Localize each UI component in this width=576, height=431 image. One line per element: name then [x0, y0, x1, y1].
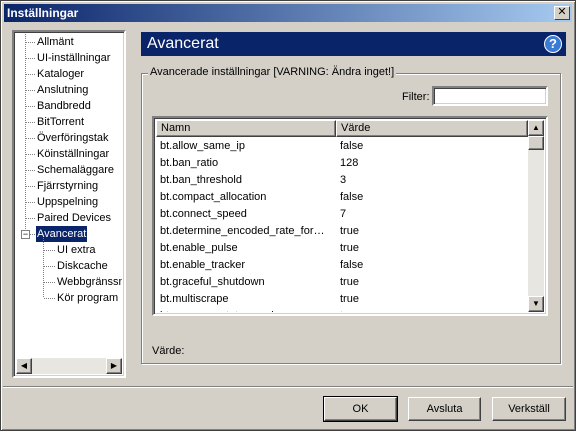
tree-item[interactable]: UI-inställningar — [36, 50, 111, 66]
ok-button[interactable]: OK — [323, 396, 398, 422]
tree-connector — [26, 42, 35, 43]
list-vertical-scrollbar[interactable]: ▲ ▼ — [528, 120, 544, 312]
settings-tree[interactable]: Allmänt UI-inställningar Kataloger Anslutni… — [12, 30, 126, 378]
group-label: Avancerade inställningar [VARNING: Ändra… — [148, 66, 397, 78]
tree-item[interactable]: Anslutning — [36, 82, 89, 98]
table-row[interactable]: bt.enable_tracker false — [156, 257, 528, 274]
scroll-thumb[interactable] — [528, 136, 544, 150]
setting-value: true — [340, 225, 359, 237]
tree-connector — [26, 138, 35, 139]
tree-connector — [44, 282, 55, 283]
settings-window: Inställningar ✕ Allmänt UI-inställningar K… — [0, 0, 576, 431]
settings-list[interactable]: Namn Värde bt.allow_same_ip false bt.ban_r… — [152, 116, 548, 316]
table-row[interactable]: bt.graceful_shutdown true — [156, 274, 528, 291]
setting-name: bt.enable_tracker — [160, 259, 245, 271]
tree-item[interactable]: Uppspelning — [36, 194, 99, 210]
setting-name: bt.determine_encoded_rate_for… — [160, 225, 325, 237]
tree-connector — [43, 238, 44, 298]
table-row[interactable]: bt.ban_ratio 128 — [156, 155, 528, 172]
setting-name: bt.allow_same_ip — [160, 140, 245, 152]
setting-name: bt.connect_speed — [160, 208, 247, 220]
table-row[interactable]: bt.multiscrape true — [156, 291, 528, 308]
tree-items: Allmänt UI-inställningar Kataloger Anslutni… — [16, 34, 122, 358]
filter-input[interactable] — [432, 86, 548, 106]
tree-item[interactable]: Fjärrstyrning — [36, 178, 99, 194]
table-row[interactable]: bt.compact_allocation false — [156, 189, 528, 206]
list-body: bt.allow_same_ip false bt.ban_ratio 128 bt.b… — [156, 137, 528, 312]
tree-horizontal-scrollbar[interactable]: ◀ ▶ — [16, 358, 122, 374]
tree-connector — [26, 186, 35, 187]
setting-name: bt.compact_allocation — [160, 191, 267, 203]
table-row[interactable]: bt.allow_same_ip false — [156, 138, 528, 155]
setting-value: true — [340, 276, 359, 288]
setting-name: bt.multiscrape — [160, 293, 229, 305]
setting-value: true — [340, 293, 359, 305]
setting-value: false — [340, 191, 364, 203]
panel-title: Avancerat — [147, 35, 219, 52]
setting-value: 128 — [340, 157, 359, 169]
setting-name: bt.graceful_shutdown — [160, 276, 265, 288]
table-row[interactable]: bt.ban_threshold 3 — [156, 172, 528, 189]
table-row[interactable]: bt.enable_pulse true — [156, 240, 528, 257]
setting-name: bt.enable_pulse — [160, 242, 238, 254]
table-row[interactable]: bt.connect_speed 7 — [156, 206, 528, 223]
scroll-down-icon[interactable]: ▼ — [528, 296, 544, 312]
setting-value: 7 — [340, 208, 347, 220]
setting-value: true — [340, 308, 520, 312]
tree-connector — [44, 250, 55, 251]
tree-item[interactable]: Kör program — [56, 290, 119, 306]
window-title: Inställningar — [7, 6, 79, 20]
filter-label: Filter: — [402, 91, 430, 103]
tree-item[interactable]: Bandbredd — [36, 98, 92, 114]
value-label: Värde: — [152, 345, 185, 357]
scroll-left-icon[interactable]: ◀ — [16, 358, 32, 374]
tree-item[interactable]: Kataloger — [36, 66, 85, 82]
tree-connector — [26, 218, 35, 219]
column-header-name[interactable]: Namn — [156, 120, 336, 137]
tree-item[interactable]: Överföringstak — [36, 130, 110, 146]
panel-header: Avancerat ? — [141, 32, 566, 56]
setting-value: false — [340, 140, 364, 152]
tree-connector — [44, 266, 55, 267]
tree-item[interactable]: UI extra — [56, 242, 97, 258]
tree-connector — [26, 90, 35, 91]
tree-connector — [26, 106, 35, 107]
scroll-up-icon[interactable]: ▲ — [528, 120, 544, 136]
setting-name: bt.ban_ratio — [160, 157, 219, 169]
help-icon[interactable]: ? — [544, 35, 562, 53]
tree-item[interactable]: BitTorrent — [36, 114, 85, 130]
list-header: Namn Värde — [156, 120, 528, 137]
setting-name: bt.no_connect_to_services — [160, 308, 332, 312]
apply-button[interactable]: Verkställ — [492, 397, 566, 421]
close-icon[interactable]: ✕ — [554, 6, 570, 20]
setting-name: bt.ban_threshold — [160, 174, 242, 186]
tree-item[interactable]: Paired Devices — [36, 210, 112, 226]
tree-connector — [26, 74, 35, 75]
tree-item[interactable]: Allmänt — [36, 34, 75, 50]
tree-item[interactable]: Schemaläggare — [36, 162, 115, 178]
table-row[interactable]: bt.no_connect_to_services true — [156, 308, 528, 312]
tree-item[interactable]: Webbgränssnit — [56, 274, 122, 290]
scroll-right-icon[interactable]: ▶ — [106, 358, 122, 374]
tree-connector — [25, 34, 26, 234]
title-bar[interactable]: Inställningar ✕ — [4, 4, 572, 22]
setting-value: 3 — [340, 174, 347, 186]
tree-item[interactable]: Diskcache — [56, 258, 109, 274]
tree-connector — [44, 298, 55, 299]
divider — [3, 386, 573, 388]
tree-connector — [26, 170, 35, 171]
cancel-button[interactable]: Avsluta — [408, 397, 481, 421]
setting-value: false — [340, 259, 364, 271]
tree-connector — [26, 202, 35, 203]
advanced-settings-group: Avancerade inställningar [VARNING: Ändra… — [141, 66, 561, 364]
collapse-icon[interactable]: − — [21, 230, 30, 239]
table-row[interactable]: bt.determine_encoded_rate_for… true — [156, 223, 528, 240]
setting-value: true — [340, 242, 359, 254]
tree-connector — [26, 122, 35, 123]
tree-item[interactable]: Köinställningar — [36, 146, 110, 162]
tree-connector — [26, 154, 35, 155]
column-header-value[interactable]: Värde — [336, 120, 528, 137]
tree-connector — [26, 58, 35, 59]
